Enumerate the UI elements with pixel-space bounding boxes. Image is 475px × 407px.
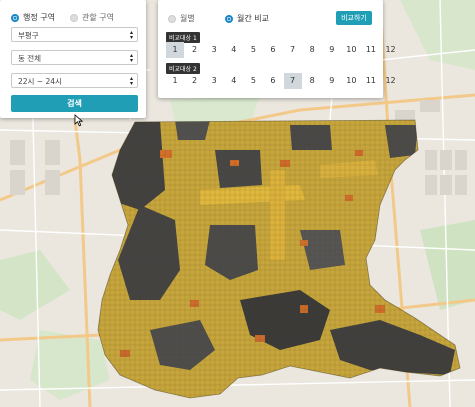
radio-jurisdiction[interactable]: 관할 구역 bbox=[70, 12, 114, 23]
time-select-value: 22시 ~ 24시 bbox=[18, 77, 62, 86]
compare-button[interactable]: 비교하기 bbox=[336, 11, 372, 25]
radio-admin-label: 행정 구역 bbox=[23, 13, 55, 22]
month-button[interactable]: 8 bbox=[303, 73, 321, 89]
month-button[interactable]: 1 bbox=[166, 73, 184, 89]
months-row-1: 1 2 3 4 5 6 7 8 9 10 11 12 bbox=[166, 42, 401, 58]
dong-select-value: 동 전체 bbox=[18, 54, 42, 63]
month-button[interactable]: 6 bbox=[264, 73, 282, 89]
month-button[interactable]: 10 bbox=[342, 42, 360, 58]
radio-jurisdiction-label: 관할 구역 bbox=[82, 13, 114, 22]
radio-selected-icon bbox=[11, 13, 19, 22]
radio-monthly-compare-label: 월간 비교 bbox=[237, 14, 269, 23]
month-button[interactable]: 4 bbox=[225, 42, 243, 58]
mouse-cursor-icon bbox=[74, 114, 84, 127]
month-button[interactable]: 3 bbox=[205, 42, 223, 58]
radio-selected-icon bbox=[225, 14, 233, 23]
radio-monthly[interactable]: 월별 bbox=[168, 13, 195, 24]
select-arrows-icon: ▴ ▾ bbox=[129, 29, 133, 41]
month-button[interactable]: 2 bbox=[186, 73, 204, 89]
radio-unselected-icon bbox=[70, 13, 78, 22]
radio-monthly-compare[interactable]: 월간 비교 bbox=[225, 13, 269, 24]
radio-unselected-icon bbox=[168, 14, 176, 23]
month-button[interactable]: 3 bbox=[205, 73, 223, 89]
month-compare-panel: 월별 월간 비교 비교하기 비교대상 1 1 2 3 4 5 6 7 8 9 10 11 12 비교대… bbox=[158, 0, 396, 98]
month-button[interactable]: 2 bbox=[186, 42, 204, 58]
month-button[interactable]: 6 bbox=[264, 42, 282, 58]
month-button[interactable]: 12 bbox=[382, 73, 400, 89]
month-button[interactable]: 5 bbox=[244, 73, 262, 89]
months-row-2: 1 2 3 4 5 6 7 8 9 10 11 12 bbox=[166, 73, 401, 89]
radio-admin-district[interactable]: 행정 구역 bbox=[11, 12, 55, 23]
month-button[interactable]: 9 bbox=[323, 42, 341, 58]
month-button[interactable]: 12 bbox=[382, 42, 400, 58]
month-button[interactable]: 11 bbox=[362, 42, 380, 58]
month-button[interactable]: 8 bbox=[303, 42, 321, 58]
month-button[interactable]: 7 bbox=[284, 42, 302, 58]
month-button[interactable]: 9 bbox=[323, 73, 341, 89]
select-arrows-icon: ▴ ▾ bbox=[129, 52, 133, 64]
month-button[interactable]: 4 bbox=[225, 73, 243, 89]
month-button[interactable]: 11 bbox=[362, 73, 380, 89]
district-select-value: 부평구 bbox=[18, 31, 39, 40]
month-button[interactable]: 1 bbox=[166, 42, 184, 58]
search-button[interactable]: 검색 bbox=[11, 95, 138, 112]
radio-monthly-label: 월별 bbox=[180, 14, 195, 23]
search-panel: 행정 구역 관할 구역 부평구 ▴ ▾ 동 전체 ▴ ▾ 22시 ~ 24시 ▴ ▾ … bbox=[0, 0, 146, 118]
month-button[interactable]: 5 bbox=[244, 42, 262, 58]
select-arrows-icon: ▴ ▾ bbox=[129, 75, 133, 87]
district-select[interactable]: 부평구 ▴ ▾ bbox=[11, 27, 138, 42]
month-button[interactable]: 10 bbox=[342, 73, 360, 89]
time-select[interactable]: 22시 ~ 24시 ▴ ▾ bbox=[11, 73, 138, 88]
dong-select[interactable]: 동 전체 ▴ ▾ bbox=[11, 50, 138, 65]
month-button[interactable]: 7 bbox=[283, 73, 302, 89]
